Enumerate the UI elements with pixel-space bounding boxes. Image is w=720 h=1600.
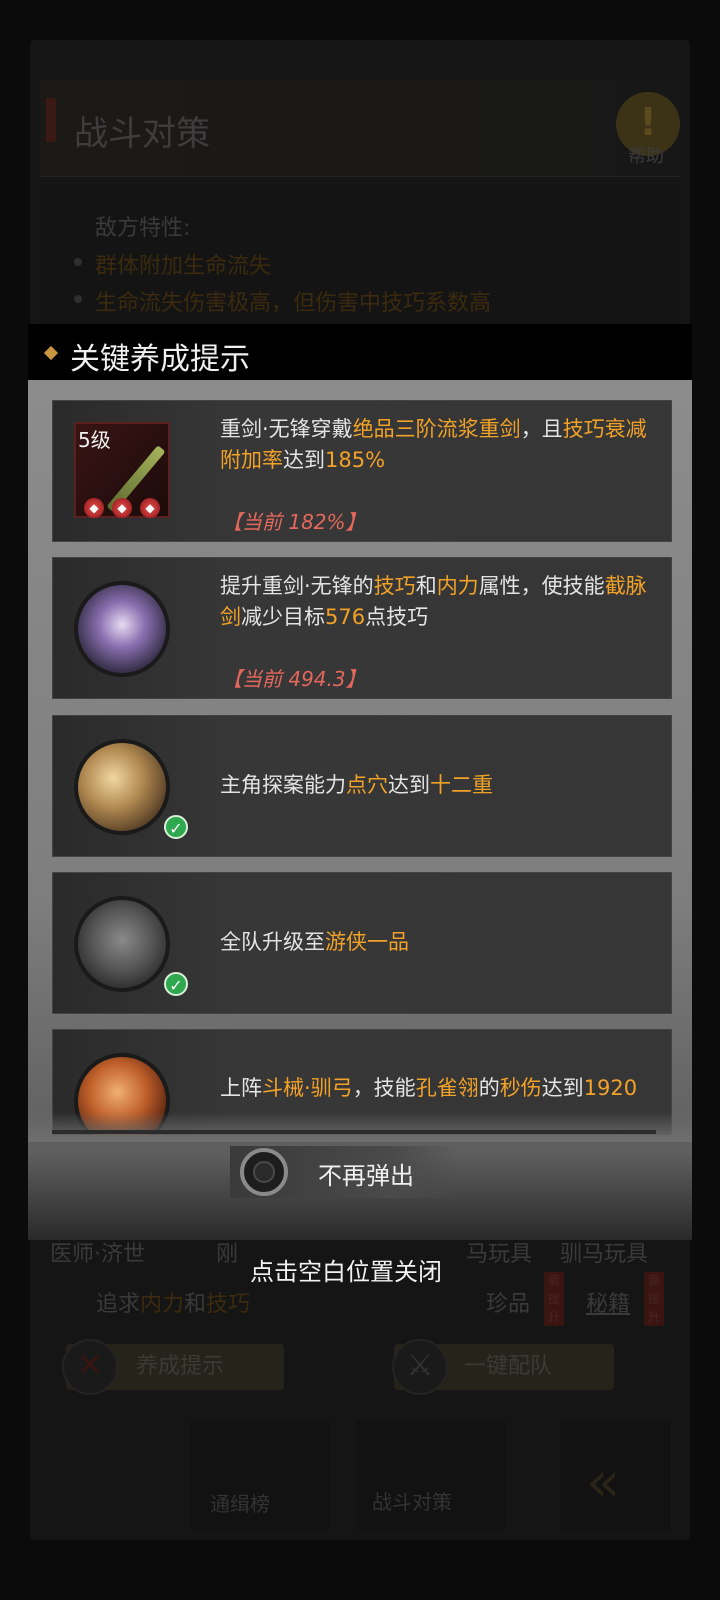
character-silhouette-icon (74, 896, 170, 992)
check-icon: ✓ (164, 815, 188, 839)
tip-card[interactable]: ✓ 全队升级至游侠一品 (52, 872, 672, 1014)
list-fade (28, 1112, 692, 1142)
nav-battle-label: 战斗对策 (372, 1490, 452, 1514)
close-x-icon: ✕ (62, 1339, 118, 1395)
enemy-trait: 群体附加生命流失 (95, 254, 272, 279)
unit-name: 刚 (216, 1242, 239, 1267)
close-hint: 点击空白位置关闭 (250, 1258, 442, 1286)
item-name: 马玩具 (466, 1242, 533, 1267)
tag-treasure[interactable]: 珍品 (486, 1286, 530, 1318)
current-value: 【当前 182%】 (222, 510, 366, 534)
needs-upgrade-badge: 需提升 (544, 1272, 564, 1326)
skill-sword-icon (74, 581, 170, 677)
background-title: 战斗对策 (74, 114, 210, 154)
gem-icon: ◆ (140, 498, 160, 518)
nav-wanted-label: 通缉榜 (210, 1492, 270, 1516)
gem-icon: ◆ (112, 498, 132, 518)
button-label: 养成提示 (136, 1354, 225, 1379)
tip-text: 主角探案能力点穴达到十二重 (220, 773, 493, 797)
title-accent (46, 98, 56, 142)
shield-sword-icon: ⚔ (392, 1339, 448, 1395)
enemy-trait: 生命流失伤害极高，但伤害中技巧系数高 (95, 291, 492, 316)
bullet-icon (74, 258, 82, 266)
current-value: 【当前 494.3】 (222, 667, 366, 691)
enemy-traits-title: 敌方特性: (95, 216, 191, 241)
no-show-again-label[interactable]: 不再弹出 (318, 1156, 414, 1191)
pursuit-text: 追求内力和技巧 (96, 1292, 251, 1317)
no-show-again-radio[interactable] (240, 1148, 288, 1196)
level-label: 5级 (78, 428, 111, 452)
tip-card[interactable]: 5级 ◆ ◆ ◆ 重剑·无锋穿戴绝品三阶流浆重剑，且技巧衰减附加率达到185% … (52, 400, 672, 542)
bullet-icon (74, 295, 82, 303)
tag-manual[interactable]: 秘籍 (586, 1286, 630, 1318)
help-label[interactable]: 帮助 (628, 142, 664, 168)
popup-title: 关键养成提示 (70, 342, 250, 377)
tip-text: 重剑·无锋穿戴绝品三阶流浆重剑，且技巧衰减附加率达到185% (220, 417, 647, 472)
double-chevron-left-icon: « (586, 1450, 621, 1515)
tip-card[interactable]: 提升重剑·无锋的技巧和内力属性，使技能截脉剑减少目标576点技巧 【当前 494… (52, 557, 672, 699)
tip-text: 全队升级至游侠一品 (220, 930, 409, 954)
item-name: 驯马玩具 (560, 1242, 649, 1267)
tip-text: 上阵斗械·驯弓，技能孔雀翎的秒伤达到1920 (220, 1076, 638, 1100)
acupoint-skill-icon (74, 739, 170, 835)
needs-upgrade-badge: 需提升 (644, 1272, 664, 1326)
button-label: 一键配队 (464, 1354, 553, 1379)
check-icon: ✓ (164, 972, 188, 996)
tips-list[interactable]: 5级 ◆ ◆ ◆ 重剑·无锋穿戴绝品三阶流浆重剑，且技巧衰减附加率达到185% … (52, 395, 672, 1135)
tip-text: 提升重剑·无锋的技巧和内力属性，使技能截脉剑减少目标576点技巧 (220, 574, 647, 629)
tip-card[interactable]: ✓ 主角探案能力点穴达到十二重 (52, 715, 672, 857)
unit-name: 医师·济世 (50, 1242, 145, 1267)
divider (52, 1130, 656, 1134)
gem-icon: ◆ (84, 498, 104, 518)
